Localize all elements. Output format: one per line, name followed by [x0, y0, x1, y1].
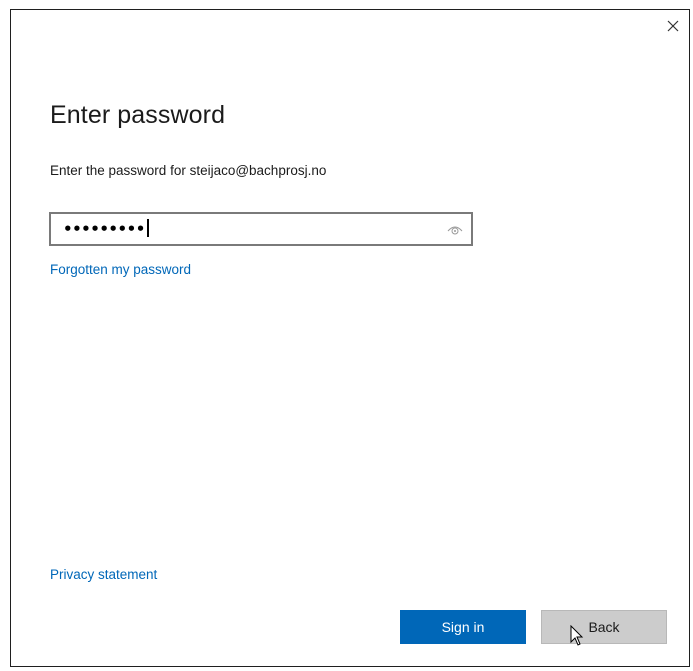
- password-input[interactable]: •••••••••: [49, 212, 473, 246]
- eye-reveal-icon[interactable]: [447, 222, 463, 236]
- privacy-statement-link[interactable]: Privacy statement: [50, 567, 157, 582]
- password-value: •••••••••: [63, 219, 149, 238]
- password-dots: •••••••••: [63, 220, 145, 238]
- dialog-subtitle: Enter the password for steijaco@bachpros…: [50, 163, 327, 178]
- back-button[interactable]: Back: [541, 610, 667, 644]
- dialog-title: Enter password: [50, 101, 226, 129]
- sign-in-button[interactable]: Sign in: [400, 610, 526, 644]
- forgot-password-link[interactable]: Forgotten my password: [50, 262, 191, 277]
- close-button[interactable]: [661, 14, 685, 38]
- text-caret: [146, 219, 149, 237]
- close-icon: [667, 20, 679, 32]
- sign-in-dialog: Enter password Enter the password for st…: [10, 9, 690, 667]
